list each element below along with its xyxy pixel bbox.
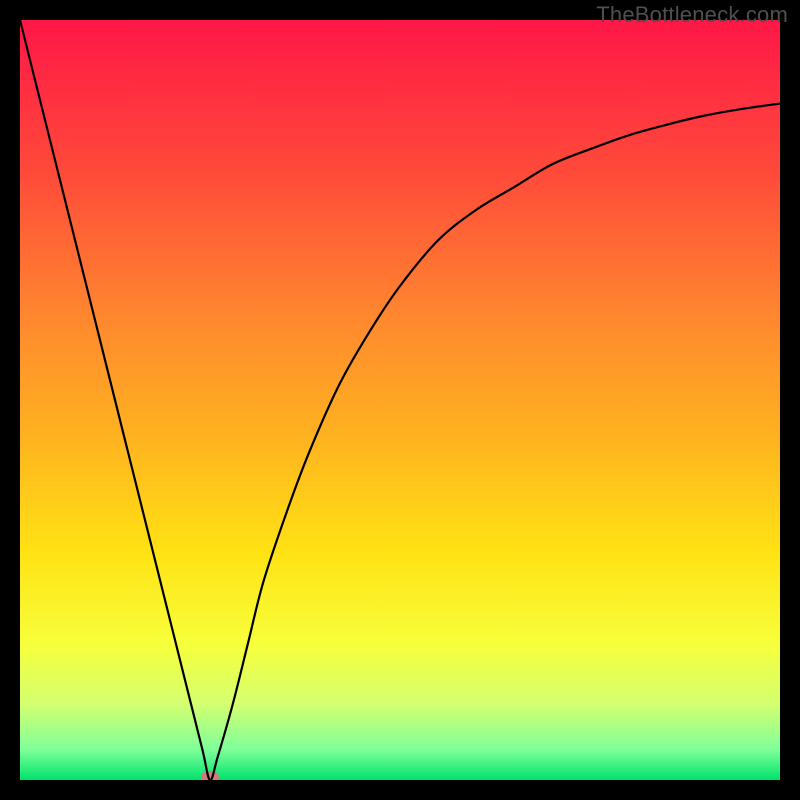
- gradient-background: [20, 20, 780, 780]
- plot-area: [20, 20, 780, 780]
- bottleneck-chart: [20, 20, 780, 780]
- watermark-text: TheBottleneck.com: [596, 2, 788, 28]
- chart-frame: TheBottleneck.com: [0, 0, 800, 800]
